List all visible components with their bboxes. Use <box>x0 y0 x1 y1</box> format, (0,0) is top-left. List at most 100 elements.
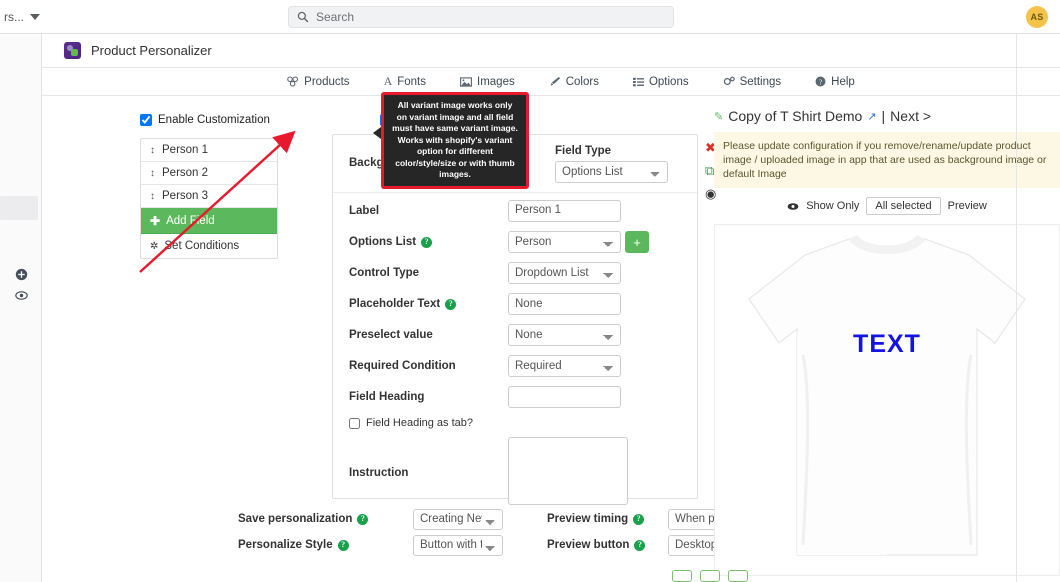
field-heading-as-tab-label: Field Heading as tab? <box>366 417 474 429</box>
set-conditions-button[interactable]: ✲ Set Conditions <box>141 234 277 258</box>
enable-customization-input[interactable] <box>140 114 152 126</box>
tab-help-label: Help <box>831 75 855 88</box>
field-heading-input[interactable] <box>508 386 621 408</box>
preview-timing-label: Preview timing <box>547 513 629 525</box>
nav-tabs: Products A Fonts Images Colors Options S… <box>42 68 1060 96</box>
tab-colors[interactable]: Colors <box>549 76 599 88</box>
content-area: Enable Customization All variant Image ?… <box>42 96 1060 582</box>
bottom-button-2[interactable] <box>700 570 720 582</box>
help-icon[interactable]: ? <box>633 513 645 525</box>
app-header: Product Personalizer <box>42 34 1060 68</box>
panel-divider <box>1016 34 1017 582</box>
plus-icon: ✚ <box>150 213 161 228</box>
field-type-select[interactable]: Options List <box>555 161 668 183</box>
title-separator: | <box>881 108 886 124</box>
store-selector[interactable]: rs... <box>0 7 48 27</box>
next-link[interactable]: Next > <box>890 108 931 124</box>
preview-panel: ✎ Copy of T Shirt Demo ↗ | Next > Please… <box>714 96 1060 582</box>
add-field-label: Add Field <box>166 214 215 227</box>
tab-images-label: Images <box>477 75 515 88</box>
tab-products-label: Products <box>304 75 350 88</box>
enable-customization-checkbox[interactable]: Enable Customization <box>140 114 270 126</box>
preview-text: TEXT <box>853 330 921 358</box>
preselect-value-select[interactable]: None <box>508 324 621 346</box>
tab-settings[interactable]: Settings <box>723 75 782 88</box>
bottom-button-3[interactable] <box>728 570 748 582</box>
eye-icon <box>787 202 799 210</box>
variant-image-tooltip: All variant image works only on variant … <box>373 92 529 189</box>
gear-icon: ✲ <box>150 240 159 252</box>
plus-circle-icon[interactable] <box>15 268 28 281</box>
edit-icon[interactable]: ✎ <box>714 110 723 123</box>
eye-icon[interactable] <box>15 289 28 302</box>
preview-button-label-group: Preview button ? <box>503 539 668 551</box>
external-link-icon[interactable]: ↗ <box>867 110 876 123</box>
form-row-options-list: Options List ? Person + <box>333 229 699 255</box>
list-item[interactable]: ↕ Person 3 <box>141 185 277 208</box>
tab-settings-label: Settings <box>739 75 782 88</box>
show-only-row: Show Only All selected Preview <box>714 197 1060 215</box>
tab-images[interactable]: Images <box>460 76 515 88</box>
show-only-select[interactable]: All selected <box>866 197 941 215</box>
preview-label: Preview <box>947 200 987 212</box>
help-icon[interactable]: ? <box>634 539 646 551</box>
required-condition-select[interactable]: Required <box>508 355 621 377</box>
save-personalization-label: Save personalization <box>238 513 353 525</box>
personalize-style-label: Personalize Style <box>238 539 333 551</box>
help-circle-icon: ? <box>815 76 826 87</box>
product-preview[interactable]: TEXT <box>714 224 1060 576</box>
list-item[interactable]: ↕ Person 2 <box>141 162 277 185</box>
field-heading-as-tab-input[interactable] <box>349 417 360 429</box>
options-list-label: Options List <box>349 236 417 248</box>
save-personalization-label-group: Save personalization ? <box>238 513 413 525</box>
bottom-button-1[interactable] <box>672 570 692 582</box>
form-row-control-type: Control Type Dropdown List <box>333 260 699 286</box>
list-item[interactable]: ↕ Person 1 <box>141 139 277 162</box>
tab-fonts-label: Fonts <box>397 75 426 88</box>
form-row-field-heading: Field Heading <box>333 384 699 410</box>
product-title: Copy of T Shirt Demo <box>728 108 863 124</box>
control-type-select[interactable]: Dropdown List <box>508 262 621 284</box>
field-list: ↕ Person 1 ↕ Person 2 ↕ Person 3 ✚ Add F… <box>140 138 278 259</box>
instruction-label: Instruction <box>349 467 409 479</box>
rail-active-block <box>0 196 38 220</box>
app-frame: Product Personalizer Products A Fonts Im… <box>42 34 1060 582</box>
preview-button-label: Preview button <box>547 539 630 551</box>
product-title-row: ✎ Copy of T Shirt Demo ↗ | Next > <box>714 96 1060 124</box>
field-heading-as-tab-checkbox[interactable]: Field Heading as tab? <box>349 417 699 429</box>
product-personalizer-logo <box>64 42 81 59</box>
help-icon[interactable]: ? <box>357 513 369 525</box>
drag-handle-icon[interactable]: ↕ <box>150 191 155 202</box>
add-option-button[interactable]: + <box>625 231 649 253</box>
label-field-label: Label <box>349 205 380 217</box>
tab-products[interactable]: Products <box>287 75 350 88</box>
options-list-label-group: Options List ? <box>333 236 508 248</box>
global-search[interactable]: Search <box>288 6 674 28</box>
drag-handle-icon[interactable]: ↕ <box>150 168 155 179</box>
tab-fonts[interactable]: A Fonts <box>384 74 426 89</box>
tab-help[interactable]: ? Help <box>815 76 855 88</box>
personalize-style-select[interactable]: Button with togg <box>413 534 503 556</box>
field-type-label: Field Type <box>555 145 612 157</box>
help-icon[interactable]: ? <box>445 298 457 310</box>
form-row-preselect: Preselect value None <box>333 322 699 348</box>
add-field-button[interactable]: ✚ Add Field <box>141 208 277 234</box>
avatar[interactable]: AS <box>1026 6 1048 28</box>
save-personalization-select[interactable]: Creating New p <box>413 508 503 530</box>
help-icon[interactable]: ? <box>337 539 349 551</box>
required-condition-label: Required Condition <box>349 360 456 372</box>
white-tshirt-image <box>748 235 1026 556</box>
field-form: Label Person 1 Options List ? Person + C… <box>333 193 699 505</box>
options-list-select[interactable]: Person <box>508 231 621 253</box>
instruction-textarea[interactable] <box>508 437 628 505</box>
drag-handle-icon[interactable]: ↕ <box>150 145 155 156</box>
form-row-required: Required Condition Required <box>333 353 699 379</box>
label-input[interactable]: Person 1 <box>508 200 621 222</box>
placeholder-text-input[interactable] <box>508 293 621 315</box>
search-icon <box>297 11 309 23</box>
help-icon[interactable]: ? <box>421 236 433 248</box>
tab-options[interactable]: Options <box>632 76 689 88</box>
tab-colors-label: Colors <box>565 75 599 88</box>
form-row-placeholder: Placeholder Text ? <box>333 291 699 317</box>
svg-text:?: ? <box>819 77 822 86</box>
